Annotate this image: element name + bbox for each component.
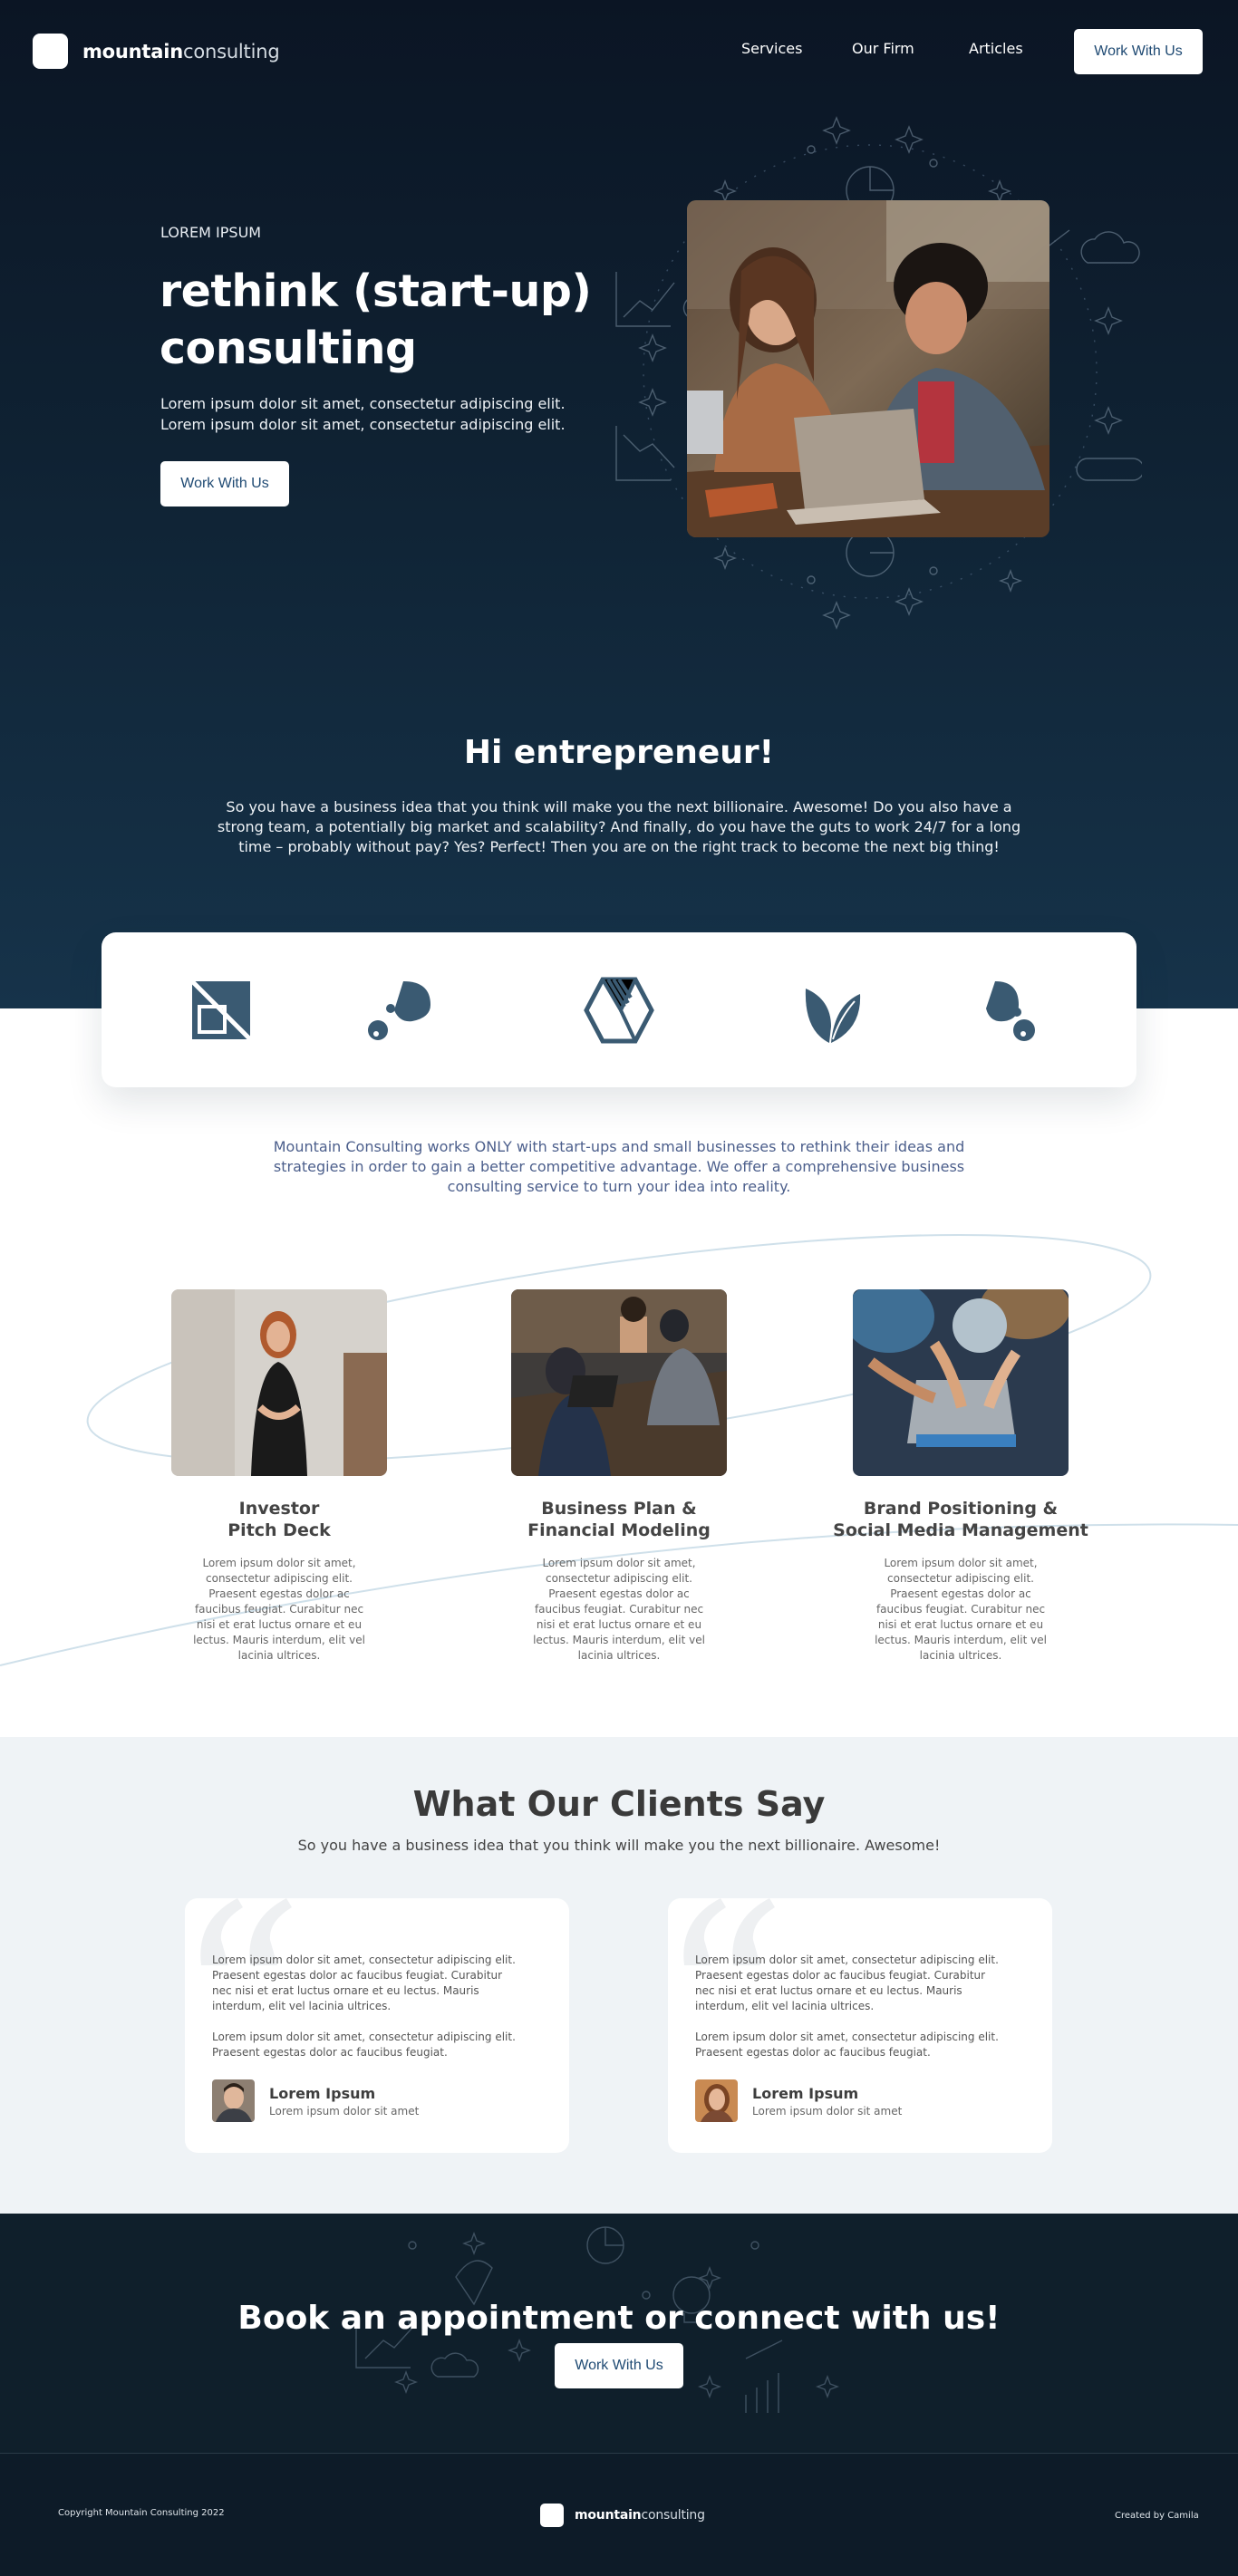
- hero-title: rethink (start-up) consulting: [160, 265, 592, 374]
- hi-entrepreneur-text: So you have a business idea that you thi…: [217, 798, 1021, 855]
- service-title: Brand Positioning & Social Media Manageme…: [833, 1499, 1088, 1540]
- avatar: [695, 2079, 738, 2122]
- service-card-business-plan[interactable]: Business Plan & Financial Modeling Lorem …: [483, 1289, 755, 1664]
- cta-section: Book an appointment or connect with us! …: [0, 2214, 1238, 2453]
- testimonial-author-role: Lorem ipsum dolor sit amet: [269, 2104, 420, 2118]
- testimonial-author: Lorem Ipsum Lorem ipsum dolor sit amet: [695, 2079, 902, 2122]
- testimonial-author-role: Lorem ipsum dolor sit amet: [752, 2104, 903, 2118]
- hero-photo-two-women-laptop: [687, 200, 1049, 537]
- credit-text: Created by Camila: [1115, 2511, 1199, 2521]
- service-description: Lorem ipsum dolor sit amet, consectetur …: [533, 1557, 705, 1662]
- service-photo-hands-laptop: [853, 1289, 1069, 1476]
- hi-entrepreneur-title: Hi entrepreneur!: [463, 734, 775, 771]
- testimonials-section: What Our Clients Say So you have a busin…: [0, 1737, 1238, 2214]
- nav-link-articles[interactable]: Articles: [969, 40, 1023, 57]
- top-navigation: mountainconsulting Services Our Firm Art…: [0, 0, 1238, 104]
- hexagon-icon: [584, 977, 654, 1044]
- testimonial-card: Lorem ipsum dolor sit amet, consectetur …: [185, 1898, 569, 2153]
- site-footer: Copyright Mountain Consulting 2022 mount…: [0, 2453, 1238, 2576]
- testimonial-author-name: Lorem Ipsum: [752, 2084, 859, 2102]
- service-description: Lorem ipsum dolor sit amet, consectetur …: [193, 1557, 365, 1662]
- service-photo-team-laptops: [511, 1289, 727, 1476]
- nav-link-our-firm[interactable]: Our Firm: [852, 40, 914, 57]
- testimonial-author-name: Lorem Ipsum: [269, 2084, 376, 2102]
- services-section: Mountain Consulting works ONLY with star…: [0, 1008, 1238, 1737]
- service-photo-woman-standing: [171, 1289, 387, 1476]
- service-description: Lorem ipsum dolor sit amet, consectetur …: [875, 1557, 1047, 1662]
- hero-kicker: LOREM IPSUM: [160, 224, 262, 241]
- testimonial-paragraph: Lorem ipsum dolor sit amet, consectetur …: [695, 1954, 999, 2012]
- logo-wordmark: mountainconsulting: [82, 40, 280, 63]
- hero-work-with-us-button[interactable]: Work With Us: [160, 461, 289, 507]
- service-title: Investor Pitch Deck: [227, 1499, 331, 1540]
- icon-feature-card: [102, 932, 1136, 1087]
- testimonial-paragraph: Lorem ipsum dolor sit amet, consectetur …: [212, 1954, 516, 2012]
- hero-description: Lorem ipsum dolor sit amet, consectetur …: [160, 395, 566, 433]
- testimonial-paragraph: Lorem ipsum dolor sit amet, consectetur …: [695, 2031, 999, 2059]
- testimonial-author: Lorem Ipsum Lorem ipsum dolor sit amet: [212, 2079, 419, 2122]
- testimonials-subtitle: So you have a business idea that you thi…: [297, 1837, 941, 1854]
- nav-link-services[interactable]: Services: [741, 40, 802, 57]
- testimonials-title: What Our Clients Say: [412, 1784, 826, 1824]
- copyright-text: Copyright Mountain Consulting 2022: [58, 2508, 225, 2518]
- drop-dot-icon: [986, 981, 1035, 1041]
- cta-work-with-us-button[interactable]: Work With Us: [555, 2343, 683, 2388]
- logo-mark-icon: [540, 2504, 564, 2527]
- leaf-icon: [805, 989, 861, 1043]
- services-intro-text: Mountain Consulting works ONLY with star…: [273, 1138, 965, 1195]
- hero-section: mountainconsulting Services Our Firm Art…: [0, 0, 1238, 1008]
- avatar: [212, 2079, 255, 2122]
- square-shape-icon: [190, 979, 252, 1041]
- drops-icon: [368, 981, 430, 1040]
- footer-logo[interactable]: mountainconsulting: [540, 2504, 705, 2527]
- cta-title: Book an appointment or connect with us!: [237, 2300, 1001, 2337]
- testimonial-card: Lorem ipsum dolor sit amet, consectetur …: [668, 1898, 1052, 2153]
- nav-work-with-us-button[interactable]: Work With Us: [1074, 29, 1203, 74]
- logo-mark-icon: [33, 34, 68, 69]
- logo-wordmark: mountainconsulting: [575, 2508, 705, 2523]
- service-card-brand-positioning[interactable]: Brand Positioning & Social Media Manageme…: [825, 1289, 1097, 1664]
- brand-logo[interactable]: mountainconsulting: [33, 34, 280, 69]
- service-card-investor-pitch-deck[interactable]: Investor Pitch Deck Lorem ipsum dolor sit…: [143, 1289, 415, 1664]
- testimonial-paragraph: Lorem ipsum dolor sit amet, consectetur …: [212, 2031, 516, 2059]
- service-title: Business Plan & Financial Modeling: [527, 1499, 711, 1540]
